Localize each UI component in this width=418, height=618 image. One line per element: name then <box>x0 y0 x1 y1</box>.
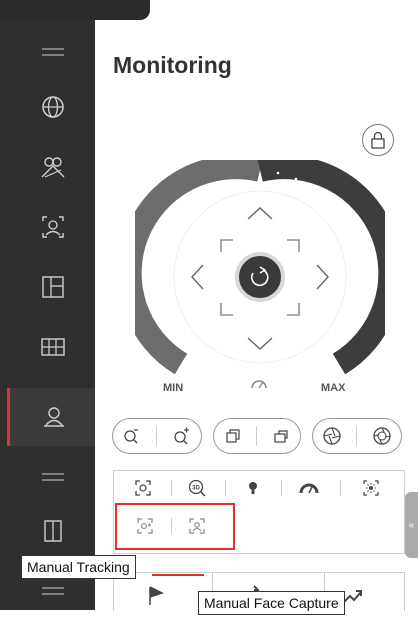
layout-icon <box>41 276 64 298</box>
tooltip-manual-face-capture: Manual Face Capture <box>198 591 345 615</box>
3d-zoom-button[interactable]: 3D <box>184 477 210 499</box>
sidebar-item-user[interactable] <box>7 388 98 446</box>
menu-icon <box>41 48 64 56</box>
focus-near-icon <box>226 429 240 443</box>
page-title: Monitoring <box>113 52 232 78</box>
top-bar-dark <box>0 0 150 20</box>
iris-close-icon <box>323 427 341 445</box>
sidebar-item-people[interactable] <box>10 138 95 196</box>
expand-panel-tab[interactable]: « <box>405 492 418 558</box>
globe-icon <box>41 96 64 118</box>
people-icon <box>41 157 64 178</box>
ptz-control <box>135 160 385 389</box>
sidebar-item-layout[interactable] <box>10 258 95 316</box>
min-label: MIN <box>163 382 184 394</box>
tooltip-connector <box>152 574 204 576</box>
auto-focus-button[interactable] <box>130 477 156 499</box>
tooltip-manual-tracking: Manual Tracking <box>21 555 136 579</box>
wiper-icon <box>299 483 319 494</box>
sidebar <box>0 20 98 610</box>
iris-pill <box>312 418 402 454</box>
center-reset-button[interactable] <box>235 252 285 302</box>
wiper-button[interactable] <box>296 477 322 499</box>
menu-icon <box>41 473 64 481</box>
flag-icon[interactable] <box>144 583 168 607</box>
sidebar-menu-toggle-2[interactable] <box>10 448 95 506</box>
grid-icon <box>40 338 65 356</box>
zoom-in-button[interactable] <box>168 423 196 449</box>
light-button[interactable] <box>240 477 266 499</box>
zoom-out-icon <box>124 429 139 444</box>
zoom-pill <box>112 418 202 454</box>
zoom-in-icon <box>174 427 189 445</box>
light-icon <box>249 482 257 494</box>
iris-open-button[interactable] <box>368 423 396 449</box>
sidebar-menu-toggle[interactable] <box>10 25 95 83</box>
sidebar-item-globe[interactable] <box>10 78 95 136</box>
iris-open-icon <box>373 427 391 445</box>
focus-pill <box>213 418 301 454</box>
max-label: MAX <box>321 382 346 394</box>
sidebar-item-face[interactable] <box>10 198 95 256</box>
top-bar <box>0 0 418 20</box>
highlight-box <box>115 503 235 550</box>
user-icon <box>44 407 64 427</box>
zoom-out-button[interactable] <box>118 423 146 449</box>
sidebar-item-grid[interactable] <box>10 318 95 376</box>
focus-far-icon <box>274 430 288 443</box>
lens-init-icon <box>363 480 379 496</box>
3d-zoom-icon: 3D <box>188 479 206 497</box>
auto-focus-icon <box>135 480 151 496</box>
split-view-icon <box>43 520 62 542</box>
face-frame-icon <box>41 216 64 238</box>
lock-button[interactable] <box>362 124 394 156</box>
focus-far-button[interactable] <box>267 423 295 449</box>
focus-near-button[interactable] <box>219 423 247 449</box>
sidebar-item-split[interactable] <box>10 502 95 560</box>
svg-text:3D: 3D <box>192 486 200 492</box>
iris-close-button[interactable] <box>318 423 346 449</box>
chevron-left-icon: « <box>408 519 415 531</box>
lens-init-button[interactable] <box>358 477 384 499</box>
lock-icon <box>371 131 385 149</box>
